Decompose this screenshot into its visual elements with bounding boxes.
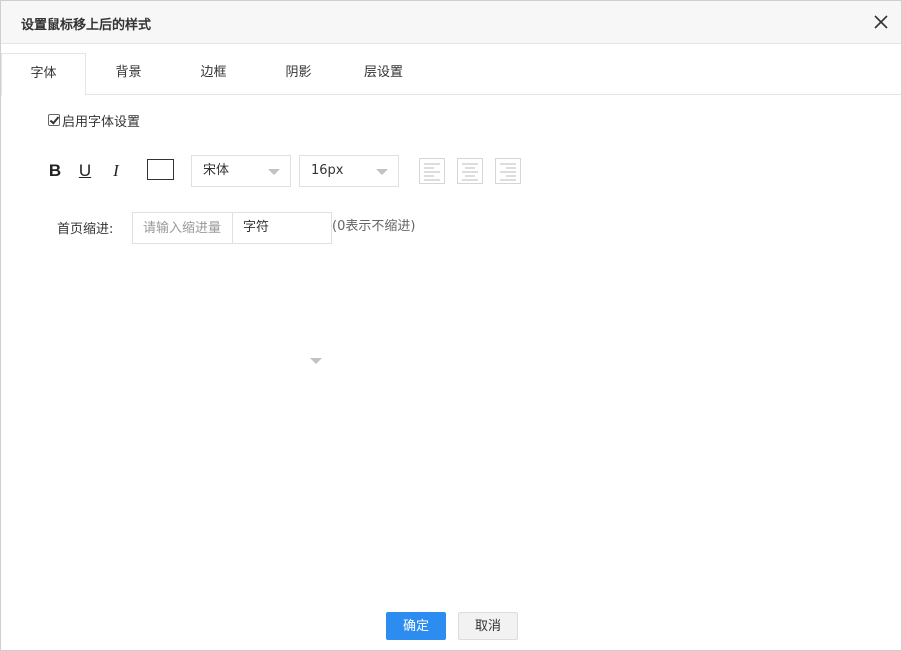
close-button[interactable] <box>871 12 891 32</box>
ok-button[interactable]: 确定 <box>386 612 446 640</box>
font-size-value: 16px <box>311 163 344 178</box>
bold-button[interactable]: B <box>45 159 65 183</box>
align-right-button[interactable] <box>495 158 521 184</box>
align-center-button[interactable] <box>457 158 483 184</box>
indent-unit-select[interactable]: 字符 <box>232 212 332 244</box>
enable-font-row: 启用字体设置 <box>48 111 140 130</box>
close-icon <box>874 15 888 29</box>
cancel-button[interactable]: 取消 <box>458 612 518 640</box>
tab-shadow[interactable]: 阴影 <box>256 53 341 95</box>
indent-label: 首页缩进: <box>57 222 114 237</box>
chevron-down-icon <box>376 169 388 175</box>
align-left-button[interactable] <box>419 158 445 184</box>
enable-font-checkbox[interactable] <box>48 114 60 126</box>
text-color-picker[interactable] <box>147 159 174 180</box>
tab-bar: 字体 背景 边框 阴影 层设置 <box>1 53 901 96</box>
chevron-down-icon[interactable] <box>310 358 322 364</box>
tab-font[interactable]: 字体 <box>1 53 86 96</box>
tab-background[interactable]: 背景 <box>86 53 171 95</box>
dialog-title: 设置鼠标移上后的样式 <box>21 18 152 33</box>
italic-button[interactable]: I <box>106 159 126 183</box>
font-family-value: 宋体 <box>203 163 230 178</box>
style-dialog: 设置鼠标移上后的样式 字体 背景 边框 阴影 层设置 启用字体设置 B U I … <box>0 0 902 651</box>
indent-unit-value: 字符 <box>243 220 270 235</box>
underline-button[interactable]: U <box>75 159 95 183</box>
align-center-icon <box>462 163 478 181</box>
chevron-down-icon <box>268 169 280 175</box>
tab-border[interactable]: 边框 <box>171 53 256 95</box>
font-family-select[interactable]: 宋体 <box>191 155 291 187</box>
tab-layer-settings[interactable]: 层设置 <box>341 53 426 95</box>
font-toolbar: B U I 宋体 16px <box>1 155 901 187</box>
indent-input[interactable] <box>132 212 232 244</box>
font-size-select[interactable]: 16px <box>299 155 399 187</box>
align-left-icon <box>424 163 440 181</box>
align-right-icon <box>500 163 516 181</box>
dialog-titlebar: 设置鼠标移上后的样式 <box>1 1 901 44</box>
enable-font-label[interactable]: 启用字体设置 <box>62 111 140 130</box>
indent-row: 首页缩进: 字符 (0表示不缩进) <box>1 212 901 244</box>
indent-hint: (0表示不缩进) <box>332 219 416 234</box>
